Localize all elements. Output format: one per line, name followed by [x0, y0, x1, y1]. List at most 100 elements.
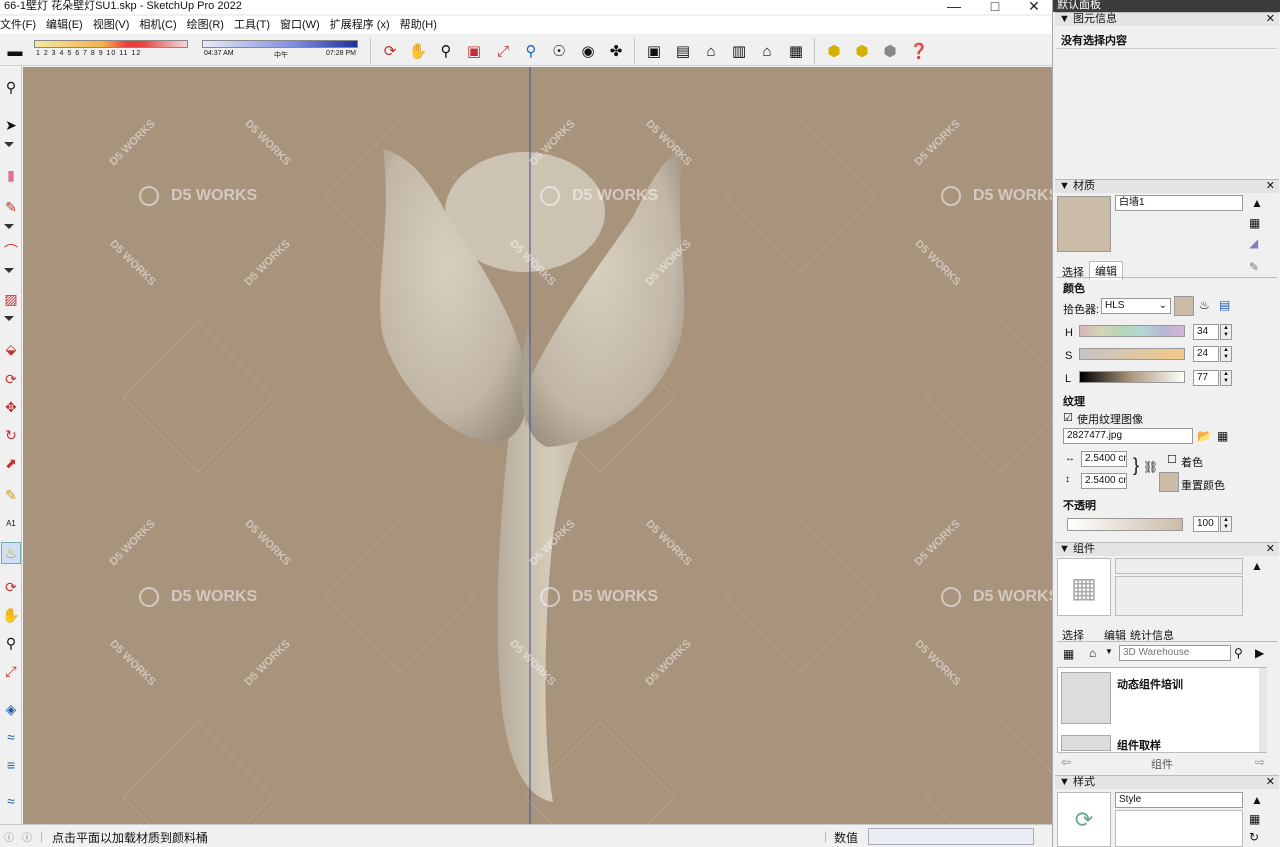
close-icon[interactable]: ✕ — [1266, 543, 1275, 556]
menu-file[interactable]: 文件(F) — [0, 16, 42, 34]
zoom-window-icon[interactable]: ▣ — [462, 39, 486, 63]
close-icon[interactable]: ✕ — [1266, 776, 1275, 789]
display-secondary-icon[interactable]: ▲ — [1251, 196, 1263, 210]
sandbox-stamp-icon[interactable]: ≡ — [1, 754, 21, 776]
create-material-icon[interactable]: ▦ — [1249, 216, 1260, 230]
edit-texture-icon[interactable]: ▦ — [1217, 429, 1228, 443]
menu-help[interactable]: 帮助(H) — [396, 16, 443, 34]
colorize-checkbox[interactable]: ☐ — [1167, 453, 1177, 466]
l-value-input[interactable]: 77 — [1193, 370, 1219, 386]
texture-file-input[interactable]: 2827477.jpg — [1063, 428, 1193, 444]
orbit-icon[interactable]: ⟳ — [1, 576, 21, 598]
l-slider[interactable] — [1079, 371, 1185, 383]
back-edges-icon[interactable]: ⬢ — [850, 39, 874, 63]
iso-view-icon[interactable]: ▣ — [642, 39, 666, 63]
eraser-icon[interactable]: ▮ — [1, 164, 21, 186]
create-style-icon[interactable]: ▦ — [1249, 812, 1260, 826]
push-pull-icon[interactable]: ⬙ — [1, 338, 21, 360]
entity-info-header[interactable]: ▼ 图元信息 ✕ — [1055, 12, 1279, 26]
right-view-icon[interactable]: ▥ — [727, 39, 751, 63]
s-slider[interactable] — [1079, 348, 1185, 360]
help-icon[interactable]: ❓ — [907, 39, 931, 63]
month-slider[interactable]: 1 2 3 4 5 6 7 8 9 10 11 12 — [34, 38, 190, 64]
xray-icon[interactable]: ⬢ — [822, 39, 846, 63]
color-swatch[interactable] — [1174, 296, 1194, 316]
pan-icon[interactable]: ✋ — [1, 604, 21, 626]
menu-view[interactable]: 视图(V) — [89, 16, 136, 34]
style-description[interactable] — [1115, 810, 1243, 847]
display-secondary-icon[interactable]: ▲ — [1251, 559, 1263, 573]
look-around-icon[interactable]: ◉ — [576, 39, 600, 63]
zoom-icon[interactable]: ⚲ — [434, 39, 458, 63]
scale-icon[interactable]: ⬈ — [1, 452, 21, 474]
sandbox-icon[interactable]: ◈ — [1, 698, 21, 720]
menu-extensions[interactable]: 扩展程序 (x) — [326, 16, 396, 34]
sandbox-drape-icon[interactable]: ≈ — [1, 790, 21, 812]
material-name-input[interactable]: 白墙1 — [1115, 195, 1243, 211]
back-icon[interactable]: ⇦ — [1061, 755, 1071, 769]
tab-select[interactable]: 选择 — [1057, 263, 1089, 281]
front-view-icon[interactable]: ⌂ — [699, 39, 723, 63]
l-spinner[interactable]: ▲ ▼ — [1220, 370, 1232, 386]
folder-thumbnail[interactable] — [1061, 672, 1111, 724]
color-picker-select[interactable]: HLS ⌄ — [1101, 298, 1171, 314]
browse-folder-icon[interactable]: 📂 — [1197, 429, 1212, 443]
zoom-icon[interactable]: ⚲ — [1, 632, 21, 654]
text-icon[interactable]: A1 — [1, 512, 21, 534]
left-view-icon[interactable]: ▦ — [784, 39, 808, 63]
chevron-down-icon[interactable] — [4, 142, 14, 147]
search-icon[interactable]: ⚲ — [1234, 646, 1243, 660]
rotate-icon[interactable]: ↻ — [1, 424, 21, 446]
texture-width-input[interactable]: 2.5400 cm — [1081, 451, 1127, 467]
component-description[interactable] — [1115, 576, 1243, 616]
s-spinner[interactable]: ▲ ▼ — [1220, 346, 1232, 362]
help-icon[interactable]: ⓘ — [22, 829, 32, 844]
sandbox-smoove-icon[interactable]: ≈ — [1, 726, 21, 748]
pan-icon[interactable]: ✋ — [406, 39, 430, 63]
default-material-icon[interactable]: ◢ — [1249, 236, 1258, 250]
info-icon[interactable]: ⓘ — [4, 829, 14, 844]
h-spinner[interactable]: ▲ ▼ — [1220, 324, 1232, 340]
warehouse-search-input[interactable]: 3D Warehouse — [1119, 645, 1231, 661]
menu-camera[interactable]: 相机(C) — [135, 16, 182, 34]
view-options-icon[interactable]: ▦ — [1063, 647, 1074, 661]
folder-thumbnail[interactable] — [1061, 735, 1111, 751]
select-icon[interactable]: ➤ — [1, 114, 21, 136]
scrollbar[interactable] — [1259, 668, 1267, 752]
opacity-slider[interactable] — [1067, 518, 1183, 531]
home-icon[interactable]: ⌂ — [1089, 646, 1096, 660]
chevron-down-icon[interactable] — [4, 224, 14, 229]
menu-window[interactable]: 窗口(W) — [276, 16, 326, 34]
time-slider[interactable]: 04:37 AM 中午 07:28 PM — [202, 38, 360, 64]
measurements-input[interactable] — [868, 828, 1034, 845]
sample-paint-icon[interactable]: ✎ — [1249, 260, 1259, 274]
forward-icon[interactable]: ⇨ — [1255, 755, 1265, 769]
shadows-toggle-icon[interactable]: ▬ — [3, 39, 27, 63]
materials-header[interactable]: ▼ 材质 ✕ — [1055, 179, 1279, 193]
tape-measure-icon[interactable]: ✎ — [1, 484, 21, 506]
model-viewport[interactable]: D5 WORKS D5 WORKS D5 WORKS D5 WORKS D5 W… — [23, 67, 1052, 824]
orbit-icon[interactable]: ⟳ — [378, 39, 402, 63]
rectangle-icon[interactable]: ▨ — [1, 288, 21, 310]
components-header[interactable]: ▼ 组件 ✕ — [1055, 542, 1279, 556]
styles-header[interactable]: ▼ 样式 ✕ — [1055, 775, 1279, 789]
style-name-input[interactable]: Style — [1115, 792, 1243, 808]
top-view-icon[interactable]: ▤ — [671, 39, 695, 63]
link-icon[interactable]: ⛓ — [1143, 460, 1158, 474]
use-texture-checkbox[interactable]: ☑ — [1063, 411, 1073, 424]
update-style-icon[interactable]: ↻ — [1249, 830, 1259, 844]
menu-tools[interactable]: 工具(T) — [230, 16, 276, 34]
close-icon[interactable]: ✕ — [1266, 13, 1275, 26]
offset-icon[interactable]: ⟳ — [1, 368, 21, 390]
paint-bucket-icon[interactable]: ♨ — [1, 542, 21, 564]
minimize-button[interactable]: — — [934, 0, 974, 14]
list-item[interactable]: 动态组件培训 — [1117, 676, 1183, 692]
chevron-down-icon[interactable] — [4, 268, 14, 273]
walk-icon[interactable]: ✤ — [604, 39, 628, 63]
display-secondary-icon[interactable]: ▲ — [1251, 793, 1263, 807]
menu-draw[interactable]: 绘图(R) — [183, 16, 230, 34]
h-slider[interactable] — [1079, 325, 1185, 337]
opacity-spinner[interactable]: ▲ ▼ — [1220, 516, 1232, 532]
arc-icon[interactable]: ⌒ — [1, 240, 21, 262]
position-camera-icon[interactable]: ☉ — [547, 39, 571, 63]
